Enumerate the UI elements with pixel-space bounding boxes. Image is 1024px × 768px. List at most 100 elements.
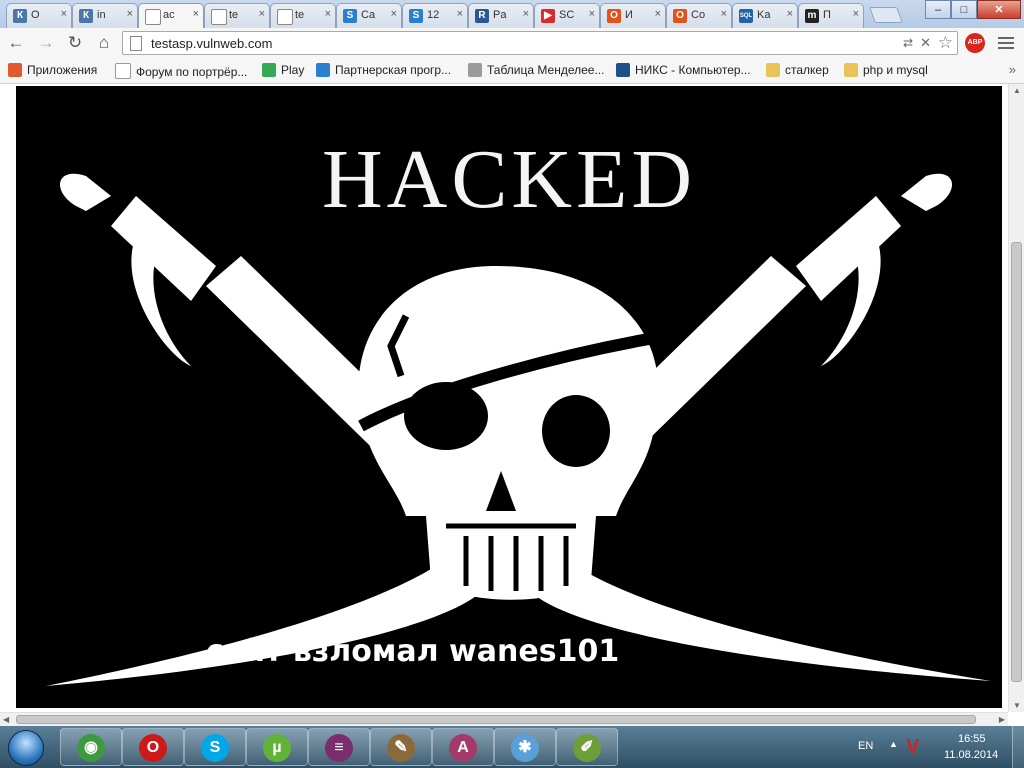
taskbar-carrot[interactable]: ✎ <box>370 728 432 766</box>
taskbar-chrome[interactable]: ◉ <box>60 728 122 766</box>
close-tab-icon[interactable]: × <box>259 8 265 20</box>
taskbar-notepad[interactable]: ✐ <box>556 728 618 766</box>
sql-icon: SQL <box>739 9 753 23</box>
close-tab-icon[interactable]: × <box>787 8 793 20</box>
clock-date[interactable]: 11.08.2014 <box>944 749 998 761</box>
bookmark-item[interactable]: Таблица Менделее... <box>468 63 604 77</box>
office-icon: O <box>673 9 687 23</box>
bookmark-item[interactable]: Приложения <box>8 63 97 77</box>
close-tab-icon[interactable]: × <box>193 8 199 20</box>
tab-10[interactable]: O Co × <box>666 3 732 28</box>
url-text[interactable]: testasp.vulnweb.com <box>151 36 272 51</box>
close-tab-icon[interactable]: × <box>325 8 331 20</box>
bookmark-item[interactable]: Play <box>262 63 304 77</box>
taskbar-skype[interactable]: S <box>184 728 246 766</box>
tab-title: 12 <box>427 9 440 21</box>
page-icon <box>130 36 142 51</box>
page-icon <box>211 9 227 25</box>
vertical-scrollbar[interactable]: ▲ ▼ <box>1008 84 1024 712</box>
paint-icon: ✱ <box>511 734 539 762</box>
show-desktop-button[interactable] <box>1012 726 1024 768</box>
vk-icon: К <box>79 9 93 23</box>
tab-1[interactable]: Кin × <box>72 3 138 28</box>
page-icon <box>277 9 293 25</box>
r-icon: R <box>475 9 489 23</box>
bookmark-label: Партнерская прогр... <box>335 63 452 77</box>
scroll-down-icon[interactable]: ▼ <box>1013 701 1021 710</box>
tray-expand-icon[interactable]: ▲ <box>889 739 898 749</box>
horizontal-scrollbar[interactable]: ◀ ▶ <box>0 712 1008 726</box>
vk-icon: К <box>13 9 27 23</box>
taskbar-opera[interactable]: O <box>122 728 184 766</box>
carrot-icon: ✎ <box>387 734 415 762</box>
reload-button[interactable]: ↻ <box>65 33 85 53</box>
new-tab-button[interactable] <box>869 7 903 23</box>
close-tab-icon[interactable]: × <box>523 8 529 20</box>
taskbar-winrar[interactable]: ≡ <box>308 728 370 766</box>
close-tab-icon[interactable]: × <box>589 8 595 20</box>
bookmark-item[interactable]: php и mysql <box>844 63 928 77</box>
taskbar-utorrent[interactable]: µ <box>246 728 308 766</box>
tab-title: te <box>295 9 305 21</box>
tab-6[interactable]: S 12 × <box>402 3 468 28</box>
scroll-left-icon[interactable]: ◀ <box>3 715 9 724</box>
tab-title: ac <box>163 9 175 21</box>
forward-button[interactable]: → <box>36 33 56 53</box>
tab-12[interactable]: m П × <box>798 3 864 28</box>
back-button[interactable]: ← <box>6 33 26 53</box>
scroll-up-icon[interactable]: ▲ <box>1013 86 1021 95</box>
language-indicator[interactable]: EN <box>858 740 873 752</box>
minimize-button[interactable]: – <box>925 0 951 19</box>
menu-icon[interactable] <box>998 34 1014 50</box>
table-icon <box>468 63 482 77</box>
tab-title: Pa <box>493 9 507 21</box>
close-tab-icon[interactable]: × <box>391 8 397 20</box>
close-tab-icon[interactable]: × <box>61 8 67 20</box>
horizontal-scroll-thumb[interactable] <box>16 715 976 724</box>
tab-7[interactable]: R Pa × <box>468 3 534 28</box>
close-tab-icon[interactable]: × <box>721 8 727 20</box>
tab-9[interactable]: O И × <box>600 3 666 28</box>
close-tab-icon[interactable]: × <box>853 8 859 20</box>
s-icon: S <box>343 9 357 23</box>
home-button[interactable]: ⌂ <box>94 33 114 53</box>
clock-time[interactable]: 16:55 <box>958 733 986 745</box>
close-icon[interactable]: ✕ <box>920 35 931 51</box>
tab-title: Co <box>691 9 706 21</box>
maximize-button[interactable]: □ <box>951 0 977 19</box>
play-icon <box>262 63 276 77</box>
address-bar[interactable]: testasp.vulnweb.com ⇄ ✕ ☆ <box>122 31 958 55</box>
chevron-right-icon[interactable]: » <box>1009 62 1016 77</box>
tab-title: Ca <box>361 9 376 21</box>
translate-icon[interactable]: ⇄ <box>903 36 913 50</box>
tab-8[interactable]: ▶ SC × <box>534 3 600 28</box>
bookmark-item[interactable]: Партнерская прогр... <box>316 63 451 77</box>
tab-4[interactable]: te × <box>270 3 336 28</box>
adblock-icon[interactable]: ABP <box>965 33 985 53</box>
start-button[interactable] <box>2 728 52 766</box>
antivirus-tray-icon[interactable]: V <box>906 736 919 759</box>
tab-11[interactable]: SQL Ka × <box>732 3 798 28</box>
tab-strip: К О × Кin × ac × te × te × S Ca × S 12 × R Pa × ▶ SC × O И × O Co × S… <box>0 0 1024 28</box>
bookmark-item[interactable]: сталкер <box>766 63 829 77</box>
page-content: HACKED сайт взломал wanes101 <box>0 84 1008 712</box>
tab-5[interactable]: S Ca × <box>336 3 402 28</box>
scroll-right-icon[interactable]: ▶ <box>999 715 1005 724</box>
close-window-button[interactable]: ✕ <box>977 0 1021 19</box>
close-tab-icon[interactable]: × <box>457 8 463 20</box>
close-tab-icon[interactable]: × <box>655 8 661 20</box>
access-icon: A <box>449 734 477 762</box>
tab-2[interactable]: ac × <box>138 3 204 28</box>
bookmark-label: Приложения <box>27 63 98 77</box>
tab-3[interactable]: te × <box>204 3 270 28</box>
bookmark-item[interactable]: Форум по портрёр... <box>115 63 247 79</box>
nix-icon <box>616 63 630 77</box>
close-tab-icon[interactable]: × <box>127 8 133 20</box>
tab-0[interactable]: К О × <box>6 3 72 28</box>
taskbar-paint[interactable]: ✱ <box>494 728 556 766</box>
windows-logo-icon <box>8 730 44 766</box>
taskbar-access[interactable]: A <box>432 728 494 766</box>
bookmark-item[interactable]: НИКС - Компьютер... <box>616 63 751 77</box>
vertical-scroll-thumb[interactable] <box>1011 242 1022 682</box>
star-icon[interactable]: ☆ <box>938 33 953 53</box>
